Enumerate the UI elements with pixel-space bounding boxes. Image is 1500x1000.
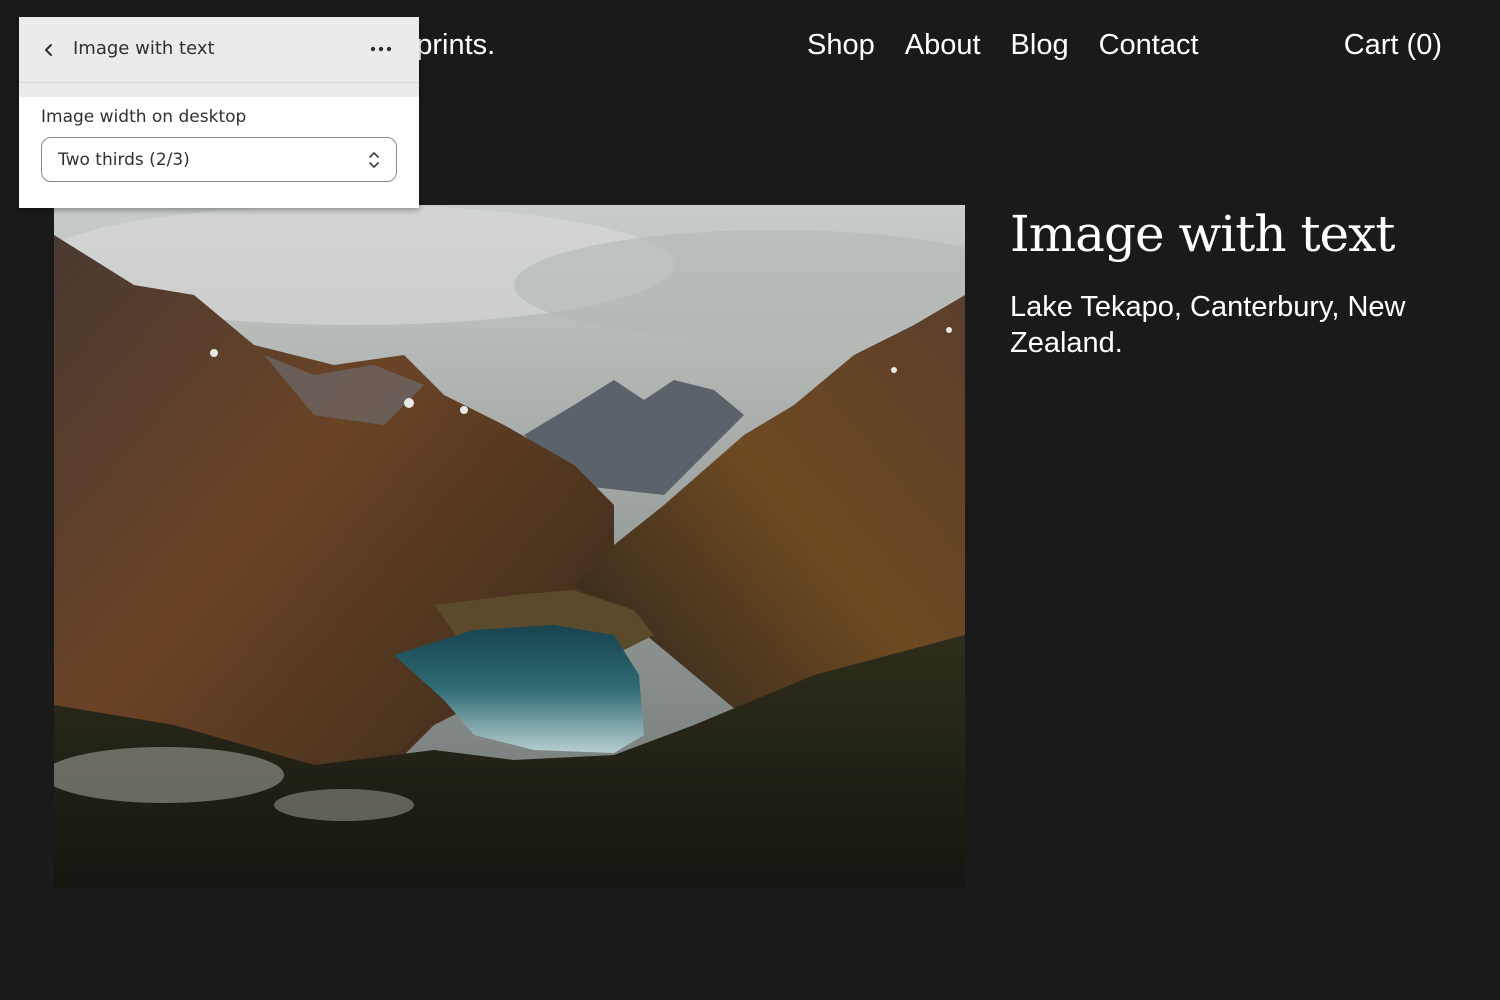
- image-width-select[interactable]: Two thirds (2/3): [41, 137, 397, 182]
- main-nav: Shop About Blog Contact: [807, 26, 1199, 64]
- chevron-up-down-icon: [368, 150, 380, 170]
- nav-link-shop[interactable]: Shop: [807, 26, 875, 64]
- image-width-label: Image width on desktop: [41, 107, 247, 127]
- back-button[interactable]: [37, 38, 61, 62]
- nav-link-about[interactable]: About: [905, 26, 981, 64]
- section-settings-panel: Image with text Image width on desktop T…: [19, 17, 419, 208]
- image-width-select-value: Two thirds (2/3): [58, 149, 190, 170]
- panel-title: Image with text: [73, 38, 215, 59]
- ellipsis-icon: [370, 46, 392, 52]
- nav-link-blog[interactable]: Blog: [1011, 26, 1069, 64]
- section-heading: Image with text: [1010, 205, 1395, 263]
- chevron-left-icon: [45, 44, 52, 56]
- section-body-text: Lake Tekapo, Canterbury, New Zealand.: [1010, 291, 1406, 359]
- mountain-lake-photo: [54, 205, 965, 888]
- section-text: Image with text Lake Tekapo, Canterbury,…: [1010, 203, 1450, 361]
- section-image[interactable]: [54, 205, 965, 888]
- cart-link[interactable]: Cart (0): [1344, 26, 1442, 64]
- panel-body: Image width on desktop Two thirds (2/3): [19, 97, 419, 182]
- nav-link-contact[interactable]: Contact: [1099, 26, 1199, 64]
- more-actions-button[interactable]: [365, 37, 397, 61]
- panel-header: Image with text: [19, 17, 419, 83]
- panel-divider: [19, 83, 419, 97]
